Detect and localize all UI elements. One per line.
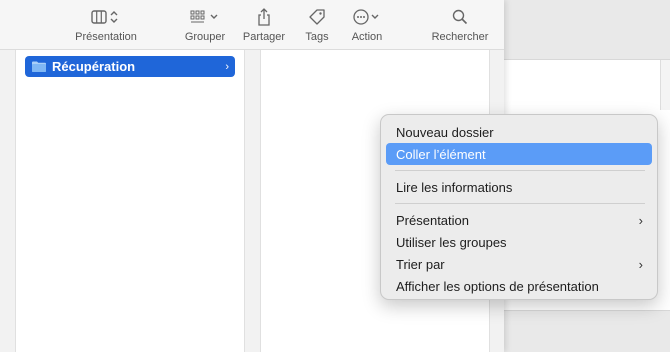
tag-icon <box>308 6 326 28</box>
ellipsis-circle-icon <box>352 6 382 28</box>
toolbar-action-button[interactable]: Action <box>327 6 407 43</box>
browser-column-1[interactable] <box>15 50 245 352</box>
background-bottom-bar <box>500 310 670 352</box>
toolbar-presentation-button[interactable]: Présentation <box>66 6 146 43</box>
menu-item-get-info[interactable]: Lire les informations <box>386 176 652 198</box>
menu-item-label: Trier par <box>396 256 445 272</box>
menu-item-label: Présentation <box>396 212 469 228</box>
toolbar-label: Tags <box>305 31 329 43</box>
chevron-right-icon: › <box>638 212 643 228</box>
search-icon <box>451 6 469 28</box>
toolbar-search-button[interactable]: Rechercher <box>420 6 500 43</box>
finder-toolbar: Présentation Grouper Partager Tags Actio… <box>0 0 504 50</box>
folder-row-label: Récupération <box>52 59 136 74</box>
chevron-right-icon: › <box>638 256 643 272</box>
column-gutter <box>0 50 15 352</box>
menu-item-label: Utiliser les groupes <box>396 234 507 250</box>
group-grid-icon <box>189 6 221 28</box>
menu-item-view-options[interactable]: Afficher les options de présentation <box>386 275 652 297</box>
toolbar-label: Rechercher <box>431 31 489 43</box>
folder-icon <box>32 61 46 72</box>
toolbar-label: Présentation <box>75 31 137 43</box>
toolbar-label: Action <box>351 31 383 43</box>
menu-separator <box>395 170 645 171</box>
toolbar-label: Grouper <box>184 31 226 43</box>
menu-item-label: Coller l’élément <box>396 146 486 162</box>
background-panel-edge <box>660 60 670 110</box>
menu-separator <box>395 203 645 204</box>
menu-item-use-groups[interactable]: Utiliser les groupes <box>386 231 652 253</box>
menu-item-new-folder[interactable]: Nouveau dossier <box>386 121 652 143</box>
menu-item-presentation[interactable]: Présentation › <box>386 209 652 231</box>
menu-item-label: Afficher les options de présentation <box>396 278 599 294</box>
columns-view-icon <box>91 6 121 28</box>
folder-row-selected[interactable]: Récupération › <box>25 56 235 77</box>
background-toolbar <box>500 0 670 60</box>
menu-item-paste[interactable]: Coller l’élément <box>386 143 652 165</box>
column-gutter <box>245 50 260 352</box>
share-icon <box>256 6 272 28</box>
menu-item-sort-by[interactable]: Trier par › <box>386 253 652 275</box>
chevron-right-icon: › <box>225 60 229 73</box>
menu-item-label: Nouveau dossier <box>396 124 494 140</box>
menu-item-label: Lire les informations <box>396 179 513 195</box>
context-menu: Nouveau dossier Coller l’élément Lire le… <box>380 114 658 300</box>
